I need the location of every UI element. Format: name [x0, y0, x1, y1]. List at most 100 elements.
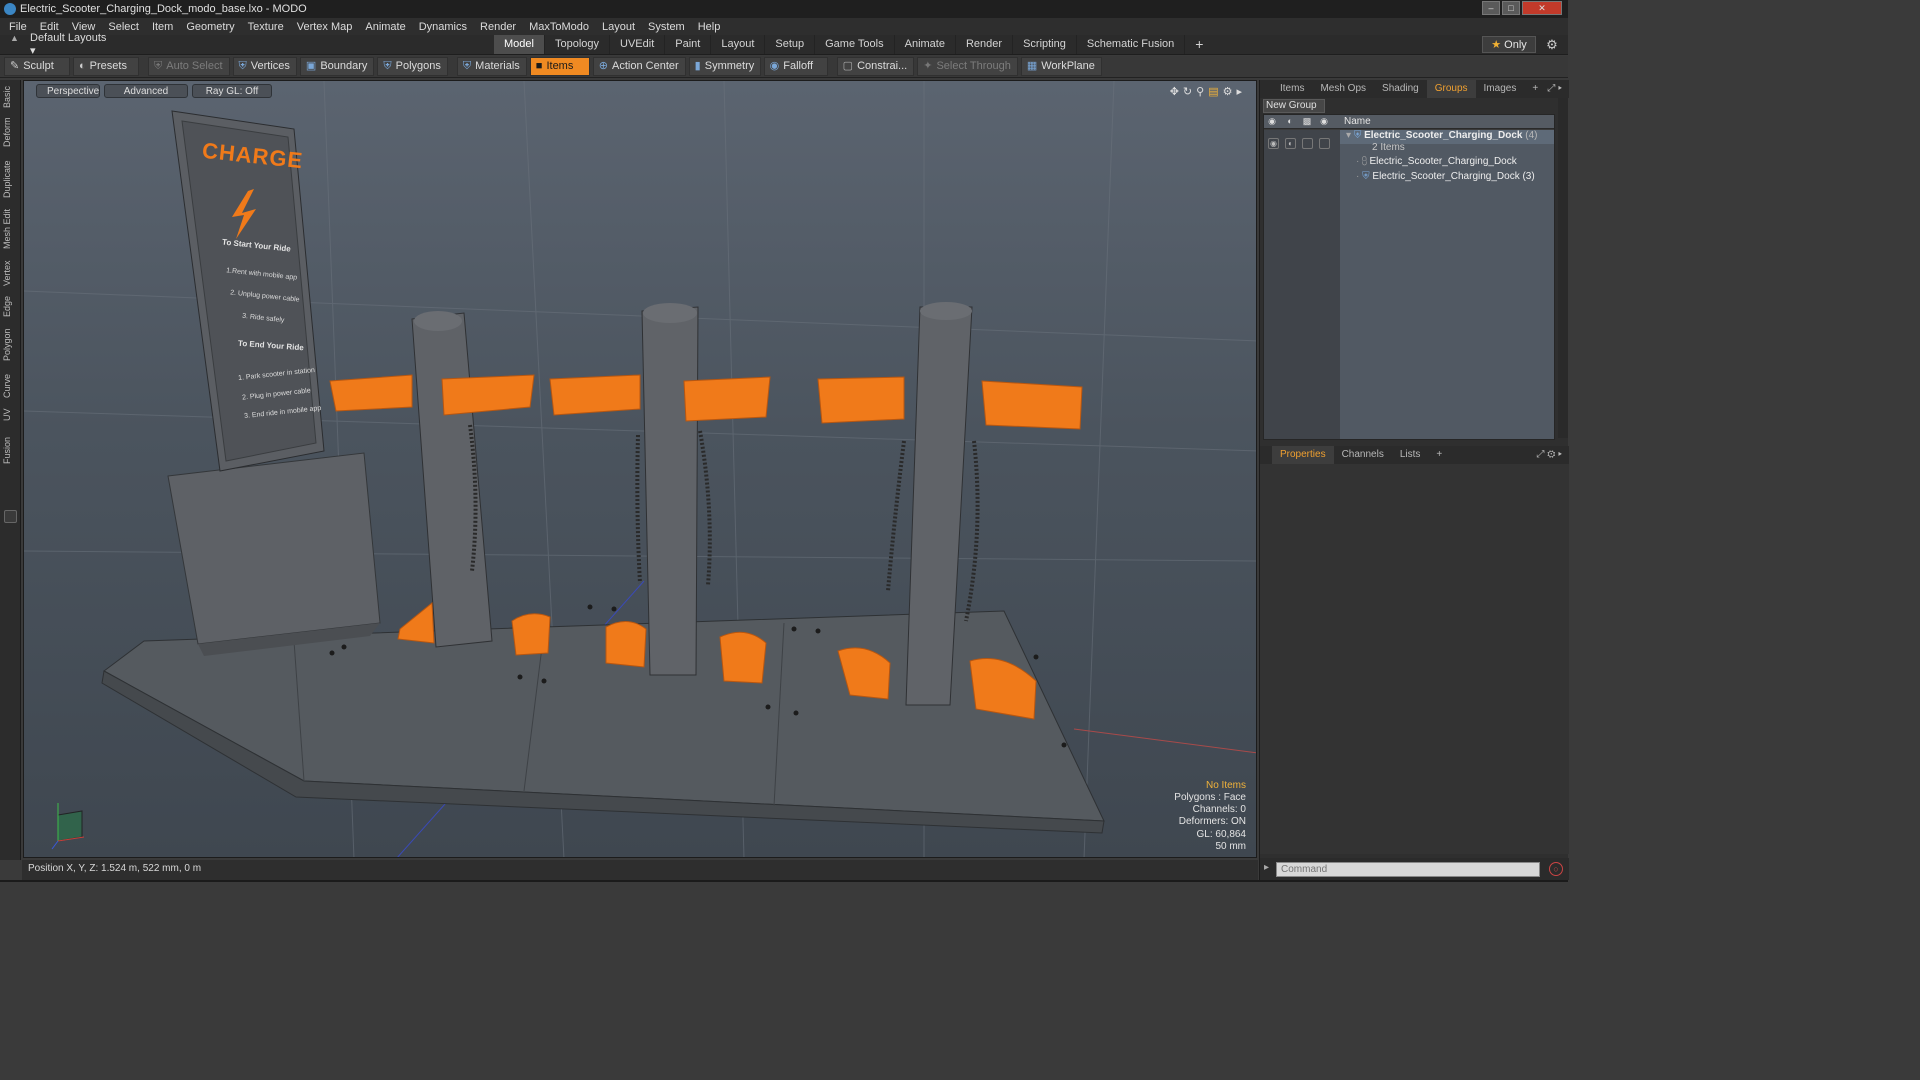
items-icon: ■: [535, 60, 543, 72]
tab-groups[interactable]: Groups: [1426, 80, 1476, 98]
group-child-row[interactable]: · ⩉ Electric_Scooter_Charging_Dock: [1340, 156, 1554, 170]
polygons-button[interactable]: ⛨ Polygons: [377, 57, 448, 76]
menu-animate[interactable]: Animate: [360, 21, 413, 33]
tab-paint[interactable]: Paint: [665, 35, 712, 54]
vtab-duplicate[interactable]: Duplicate: [2, 158, 18, 200]
tab-images[interactable]: Images: [1476, 80, 1525, 98]
rotate-icon[interactable]: ↻: [1183, 85, 1192, 98]
new-group-button[interactable]: New Group: [1263, 99, 1325, 113]
render-toggle-icon[interactable]: ◐: [1285, 138, 1296, 149]
presets-button[interactable]: ◐ Presets: [73, 57, 139, 76]
add-panel-tab-button[interactable]: +: [1524, 80, 1546, 98]
tab-game-tools[interactable]: Game Tools: [815, 35, 895, 54]
materials-button[interactable]: ⛨ Materials: [456, 57, 527, 76]
bottom-panel-options-icon[interactable]: ⤢ ⚙ ▸: [1536, 449, 1562, 460]
tab-schematic-fusion[interactable]: Schematic Fusion: [1077, 35, 1186, 54]
zoom-icon[interactable]: ⚲: [1196, 85, 1204, 98]
menu-select[interactable]: Select: [103, 21, 147, 33]
command-arrow-icon: ▸: [1264, 862, 1270, 873]
maximize-button[interactable]: □: [1502, 1, 1520, 15]
tab-setup[interactable]: Setup: [765, 35, 816, 54]
menu-edit[interactable]: Edit: [35, 21, 67, 33]
vtab-curve[interactable]: Curve: [2, 372, 18, 400]
render-column-icon[interactable]: ◐: [1283, 116, 1297, 128]
fit-icon[interactable]: ▤: [1208, 85, 1218, 98]
add-bottom-tab-button[interactable]: +: [1428, 446, 1450, 464]
groups-scrollbar[interactable]: [1558, 98, 1568, 438]
name-column-header[interactable]: Name: [1344, 116, 1371, 127]
vertices-button[interactable]: ⛨ Vertices: [232, 57, 297, 76]
tab-mesh-ops[interactable]: Mesh Ops: [1312, 80, 1374, 98]
tab-animate[interactable]: Animate: [895, 35, 956, 54]
menu-render[interactable]: Render: [475, 21, 524, 33]
panel-expand-icon[interactable]: ⤢ ▸: [1547, 83, 1562, 94]
shading-mode-dropdown[interactable]: Advanced: [104, 84, 188, 98]
menu-vertex-map[interactable]: Vertex Map: [292, 21, 361, 33]
vtab-fusion[interactable]: Fusion: [2, 434, 18, 466]
vtab-mesh-edit[interactable]: Mesh Edit: [2, 208, 18, 250]
tab-uvedit[interactable]: UVEdit: [610, 35, 666, 54]
menu-file[interactable]: File: [4, 21, 35, 33]
select-toggle-icon[interactable]: [1319, 138, 1330, 149]
tab-layout[interactable]: Layout: [711, 35, 766, 54]
items-button[interactable]: ■ Items: [529, 57, 590, 76]
vtab-basic[interactable]: Basic: [2, 84, 18, 110]
vtab-polygon[interactable]: Polygon: [2, 326, 18, 364]
tab-channels[interactable]: Channels: [1334, 446, 1392, 464]
layouts-dropdown[interactable]: ▲ Default Layouts ▾: [4, 32, 110, 57]
command-input[interactable]: [1276, 862, 1540, 877]
raygl-toggle[interactable]: Ray GL: Off: [192, 84, 272, 98]
falloff-button[interactable]: ◉ Falloff: [763, 57, 828, 76]
menu-maxtomodo[interactable]: MaxToModo: [524, 21, 597, 33]
brush-icon: ✎: [10, 60, 20, 72]
pan-icon[interactable]: ✥: [1170, 85, 1179, 98]
menu-texture[interactable]: Texture: [243, 21, 292, 33]
visibility-column-icon[interactable]: ◉: [1265, 116, 1279, 128]
boundary-button[interactable]: ▣ Boundary: [299, 57, 375, 76]
perspective-dropdown[interactable]: Perspective: [36, 84, 100, 98]
menu-system[interactable]: System: [643, 21, 693, 33]
menu-item[interactable]: Item: [147, 21, 181, 33]
tab-shading[interactable]: Shading: [1374, 80, 1427, 98]
close-button[interactable]: ✕: [1522, 1, 1562, 15]
collapse-arrow-icon[interactable]: ▾: [1346, 130, 1351, 141]
eye-icon[interactable]: ◉: [1268, 138, 1279, 149]
add-tab-button[interactable]: +: [1185, 35, 1213, 54]
menu-view[interactable]: View: [67, 21, 104, 33]
vtab-deform[interactable]: Deform: [2, 116, 18, 148]
vtab-uv[interactable]: UV: [2, 406, 18, 424]
select-column-icon[interactable]: ◉: [1317, 116, 1331, 128]
viewport-settings-icon[interactable]: ⚙: [1223, 85, 1233, 98]
panel-toggle-button[interactable]: [4, 510, 17, 523]
lock-column-icon[interactable]: ▩: [1300, 116, 1314, 128]
minimize-button[interactable]: –: [1482, 1, 1500, 15]
tab-scripting[interactable]: Scripting: [1013, 35, 1077, 54]
menu-dynamics[interactable]: Dynamics: [414, 21, 475, 33]
only-button[interactable]: ★ Only: [1482, 36, 1536, 53]
tab-lists[interactable]: Lists: [1392, 446, 1429, 464]
gear-icon[interactable]: ⚙: [1544, 37, 1560, 53]
tab-properties[interactable]: Properties: [1272, 446, 1334, 464]
menu-layout[interactable]: Layout: [597, 21, 643, 33]
charging-cables: [468, 424, 980, 622]
tab-render[interactable]: Render: [956, 35, 1014, 54]
lock-toggle-icon[interactable]: [1302, 138, 1313, 149]
3d-viewport[interactable]: CHARGE To Start Your Ride 1.Rent with mo…: [23, 80, 1257, 858]
constraints-button[interactable]: ▢ Constrai...: [836, 57, 915, 76]
sculpt-button[interactable]: ✎ Sculpt: [4, 57, 70, 76]
tab-items[interactable]: Items: [1272, 80, 1312, 98]
tab-model[interactable]: Model: [494, 35, 545, 54]
menu-help[interactable]: Help: [693, 21, 729, 33]
group-child-row[interactable]: · ⛨ Electric_Scooter_Charging_Dock (3): [1340, 171, 1554, 185]
action-center-button[interactable]: ⊕ Action Center: [592, 57, 686, 76]
symmetry-button[interactable]: ▮ Symmetry: [688, 57, 761, 76]
auto-select-button[interactable]: ⛨ Auto Select: [148, 57, 230, 76]
tab-topology[interactable]: Topology: [545, 35, 611, 54]
select-through-button[interactable]: ✦ Select Through: [917, 57, 1018, 76]
expand-arrow-icon[interactable]: ▸: [1236, 85, 1242, 98]
vtab-edge[interactable]: Edge: [2, 294, 18, 318]
workplane-button[interactable]: ▦ WorkPlane: [1020, 57, 1102, 76]
menu-geometry[interactable]: Geometry: [181, 21, 242, 33]
vtab-vertex[interactable]: Vertex: [2, 258, 18, 288]
command-clear-icon[interactable]: ○: [1549, 862, 1563, 876]
